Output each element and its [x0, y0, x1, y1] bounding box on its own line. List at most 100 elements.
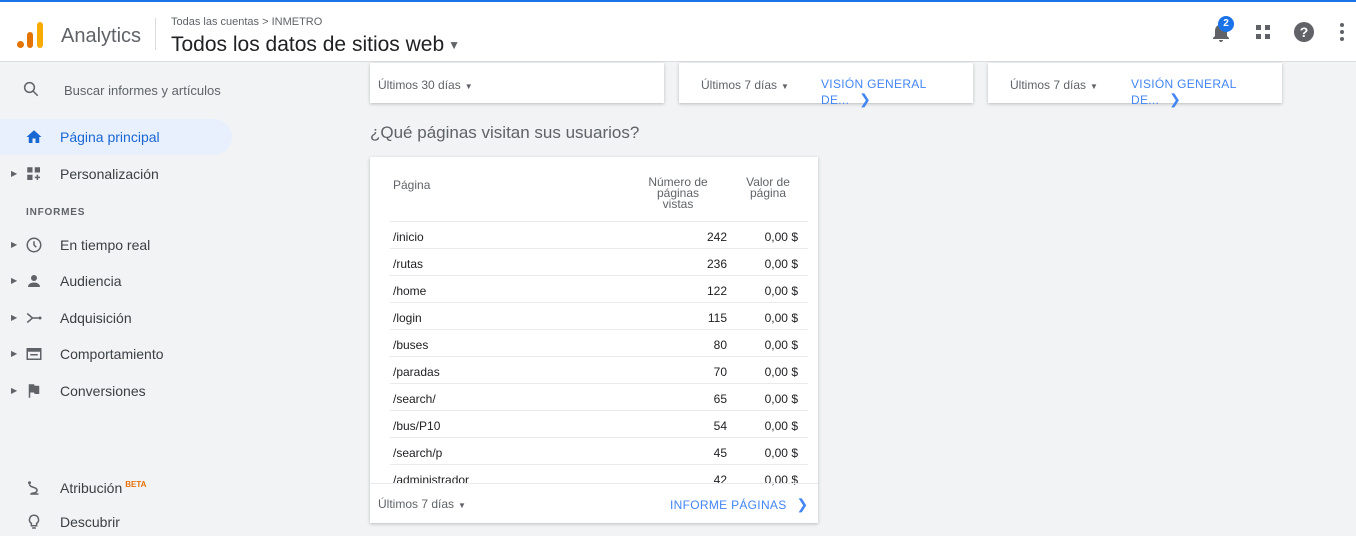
column-header-page-value: Valor de página [736, 176, 800, 200]
chevron-right-icon: ❯ [1169, 91, 1182, 107]
sidebar-item-audience[interactable]: ▶ Audiencia [0, 263, 232, 299]
app-name: Analytics [61, 25, 142, 47]
table-row[interactable]: /rutas 236 0,00 $ [390, 248, 808, 275]
table-row[interactable]: /bus/P10 54 0,00 $ [390, 410, 808, 437]
search-icon [23, 81, 39, 97]
caret-down-icon: ▼ [781, 82, 789, 91]
overview-link-label: VISIÓN GENERAL DE... [1131, 77, 1237, 107]
page-path: /buses [393, 338, 429, 352]
date-range-dropdown[interactable]: Últimos 7 días ▼ [701, 78, 789, 92]
date-range-dropdown[interactable]: Últimos 7 días ▼ [378, 497, 466, 511]
caret-down-icon: ▼ [464, 82, 473, 91]
sidebar-item-conversions[interactable]: ▶ Conversiones [0, 373, 232, 409]
lightbulb-icon [28, 514, 40, 529]
sidebar-item-acquisition[interactable]: ▶ Adquisición [0, 300, 232, 336]
sidebar-item-label: Atribución BETA [60, 480, 146, 496]
pages-table-card: Página Número de páginas vistas Valor de… [370, 157, 818, 523]
apps-button[interactable] [1251, 20, 1277, 46]
date-range-label: Últimos 30 días [378, 78, 461, 92]
sidebar-item-customization[interactable]: ▶ Personalización [0, 156, 232, 192]
summary-card-footer: Últimos 7 días ▼ VISIÓN GENERAL DE... ❯ [988, 63, 1282, 107]
search-input[interactable]: Buscar informes y artículos [64, 83, 221, 98]
table-row[interactable]: /home 122 0,00 $ [390, 275, 808, 302]
header-line: página [749, 186, 787, 200]
notifications-button[interactable]: 2 [1209, 16, 1235, 46]
help-icon: ? [1294, 22, 1314, 42]
sidebar-item-discover[interactable]: Descubrir [0, 504, 232, 536]
table-row[interactable]: /login 115 0,00 $ [390, 302, 808, 329]
date-range-label: Últimos 7 días [378, 497, 455, 511]
expand-arrow-icon: ▶ [11, 276, 18, 285]
pageviews-value: 115 [707, 311, 727, 325]
expand-arrow-icon: ▶ [11, 313, 18, 322]
page-path: /rutas [393, 257, 424, 271]
page-path: /bus/P10 [393, 419, 441, 433]
page-path: /home [393, 284, 427, 298]
summary-card-footer: Últimos 7 días ▼ VISIÓN GENERAL DE... ❯ [679, 63, 973, 107]
logo-bar [37, 22, 43, 48]
table-row[interactable]: /search/65 0,00 $ [390, 383, 808, 410]
sidebar-item-home[interactable]: Página principal [0, 119, 232, 155]
top-header: Analytics Todas las cuentas > INMETRO To… [0, 0, 1356, 62]
header-divider [155, 18, 156, 50]
overview-link[interactable]: VISIÓN GENERAL DE... ❯ [1131, 77, 1282, 108]
date-range-dropdown[interactable]: Últimos 7 días ▼ [1010, 78, 1098, 92]
sidebar-item-realtime[interactable]: ▶ En tiempo real [0, 227, 232, 263]
property-name: Todos los datos de sitios web [171, 33, 445, 56]
expand-arrow-icon: ▶ [11, 349, 18, 358]
sidebar: Buscar informes y artículos Página princ… [0, 63, 240, 536]
attribution-icon [28, 481, 39, 495]
date-range-label: Últimos 7 días [701, 78, 778, 92]
overview-link[interactable]: VISIÓN GENERAL DE... ❯ [821, 77, 973, 108]
property-selector[interactable]: Todos los datos de sitios web ▼ [171, 33, 460, 57]
more-options-button[interactable] [1330, 20, 1356, 46]
page-path: /search/p [393, 446, 443, 460]
page-value: 0,00 $ [764, 284, 798, 298]
caret-down-icon: ▼ [1090, 82, 1098, 91]
page-value: 0,00 $ [764, 230, 798, 244]
sidebar-item-label: Adquisición [60, 310, 132, 326]
page-value: 0,00 $ [764, 338, 798, 352]
person-icon [28, 275, 40, 287]
overview-link-label: VISIÓN GENERAL DE... [821, 77, 927, 107]
logo-bar [27, 32, 33, 48]
sidebar-item-label: Personalización [60, 166, 159, 182]
column-header-page: Página [393, 178, 431, 192]
sidebar-item-label: Conversiones [60, 383, 146, 399]
clock-icon [26, 237, 42, 253]
table-footer: Últimos 7 días ▼ INFORME PÁGINAS ❯ [370, 483, 818, 523]
pageviews-value: 65 [713, 392, 727, 406]
pageviews-value: 236 [706, 257, 727, 271]
pageviews-value: 80 [713, 338, 727, 352]
page-path: /inicio [393, 230, 424, 244]
sidebar-item-attribution[interactable]: Atribución BETA [0, 470, 232, 506]
pages-report-link[interactable]: INFORME PÁGINAS ❯ [670, 496, 809, 513]
apps-grid-icon [1256, 25, 1270, 39]
table-row[interactable]: /search/p 45 0,00 $ [390, 437, 808, 464]
table-row[interactable]: /paradas 70 0,00 $ [390, 356, 808, 383]
chevron-right-icon: ❯ [796, 496, 809, 512]
page-path: /search/ [393, 392, 436, 406]
sidebar-item-label: Audiencia [60, 273, 122, 289]
summary-card-footer: Últimos 30 días ▼ [370, 63, 664, 103]
page-path: /paradas [393, 365, 440, 379]
help-button[interactable]: ? [1292, 20, 1318, 46]
search-reports[interactable]: Buscar informes y artículos [0, 63, 240, 115]
attribution-label: Atribución [60, 480, 123, 496]
page-value: 0,00 $ [764, 392, 798, 406]
page-value: 0,00 $ [764, 446, 798, 460]
date-range-dropdown[interactable]: Últimos 30 días ▼ [378, 78, 473, 92]
analytics-logo[interactable] [17, 20, 45, 48]
more-vert-icon [1340, 23, 1344, 41]
dashboard-icon [27, 167, 40, 180]
account-breadcrumb[interactable]: Todas las cuentas > INMETRO [171, 16, 322, 28]
page-value: 0,00 $ [764, 365, 798, 379]
page-path: /login [393, 311, 422, 325]
sidebar-item-behavior[interactable]: ▶ Comportamiento [0, 336, 232, 372]
table-row[interactable]: /inicio 242 0,00 $ [390, 221, 808, 248]
pageviews-value: 45 [713, 446, 727, 460]
sidebar-item-label: En tiempo real [60, 237, 151, 253]
table-row[interactable]: /buses 80 0,00 $ [390, 329, 808, 356]
notification-badge: 2 [1218, 16, 1234, 32]
pageviews-value: 70 [713, 365, 727, 379]
